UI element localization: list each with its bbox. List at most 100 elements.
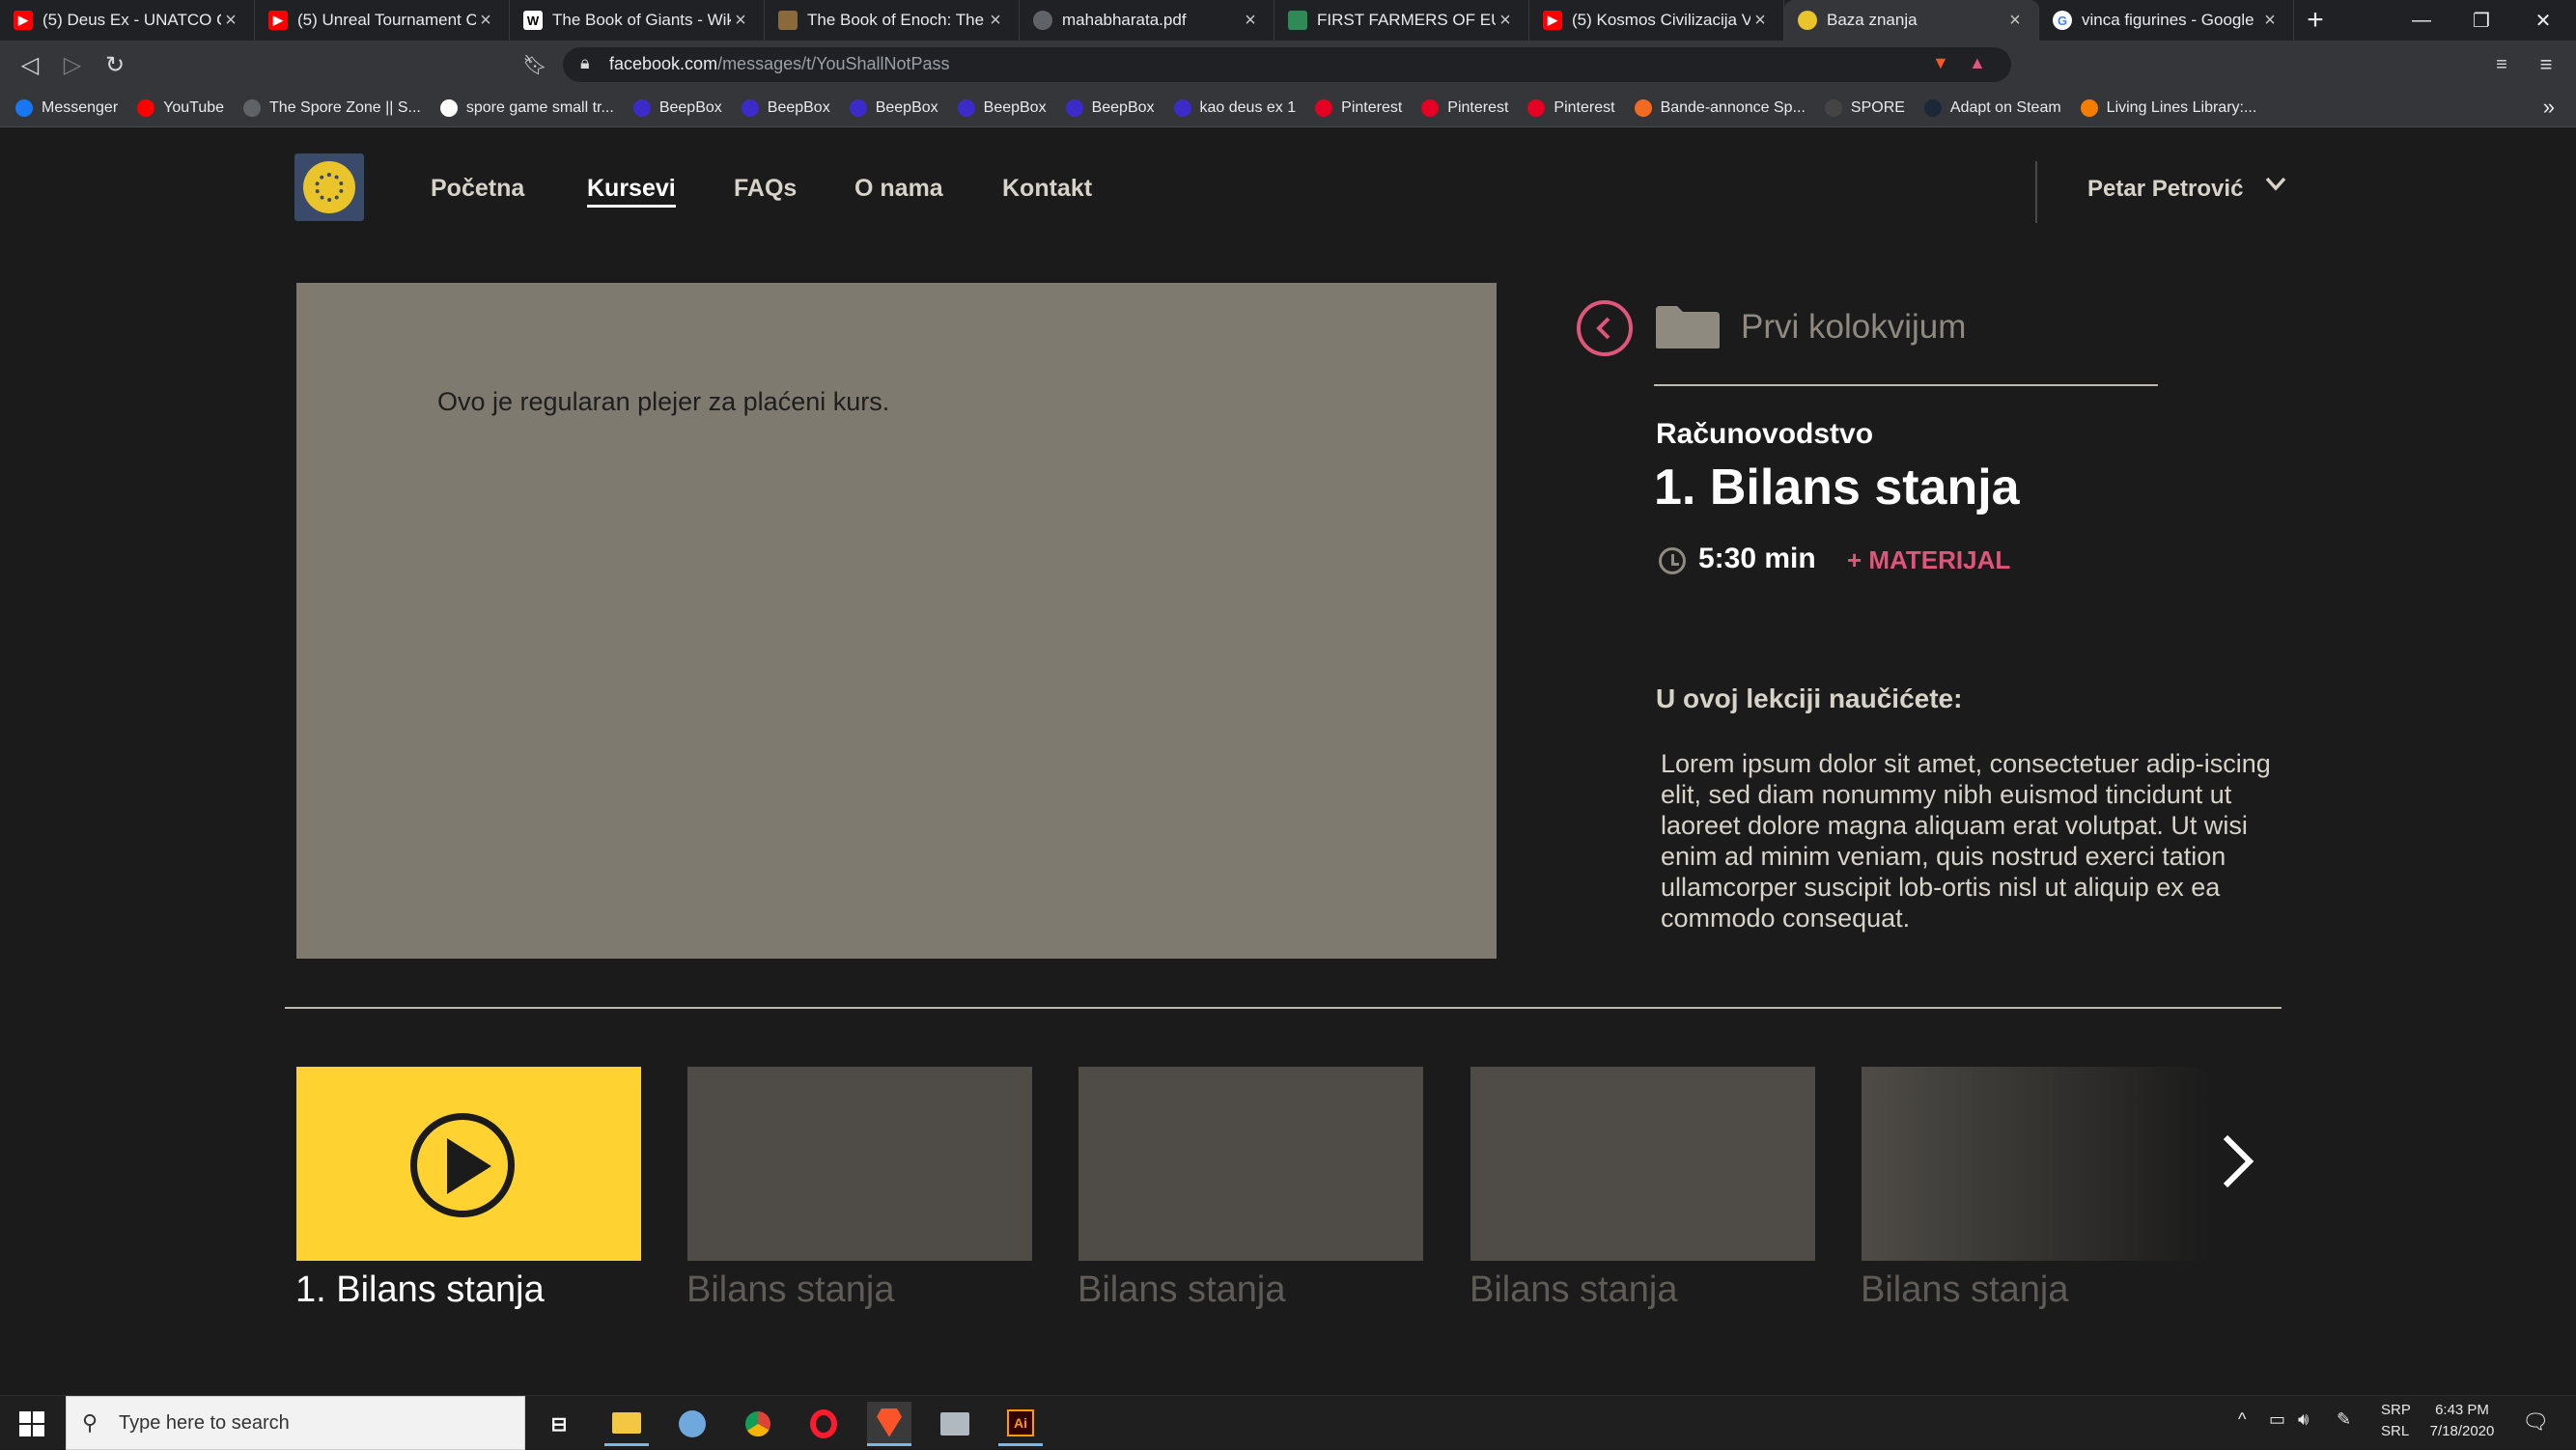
notifications-icon[interactable]: 🗨︎: [2522, 1409, 2549, 1435]
browser-tab[interactable]: ▶ (5) Kosmos Civilizacija Vi ×: [1529, 0, 1784, 41]
nav-o-nama[interactable]: O nama: [854, 175, 943, 203]
close-window-icon[interactable]: ✕: [2514, 0, 2572, 41]
brave-shields-icon[interactable]: ▼: [1932, 53, 1949, 73]
bookmark-item[interactable]: Living Lines Library:...: [2080, 98, 2256, 117]
browser-tab[interactable]: ▶ (5) Unreal Tournament Cl ×: [255, 0, 510, 41]
playlist-label[interactable]: Bilans stanja: [1078, 1269, 1285, 1311]
media-controls-icon[interactable]: ≡: [2485, 48, 2518, 81]
playlist-label[interactable]: Bilans stanja: [1861, 1269, 2068, 1311]
bookmark-label: kao deus ex 1: [1199, 98, 1297, 116]
bookmark-label: Bande-annonce Sp...: [1660, 98, 1806, 116]
video-player[interactable]: Ovo je regularan plejer za plaćeni kurs.: [296, 283, 1497, 959]
chevron-right-icon[interactable]: [2214, 1128, 2262, 1195]
playlist-label-active[interactable]: 1. Bilans stanja: [295, 1269, 545, 1311]
materials-link[interactable]: + MATERIJAL: [1847, 545, 2010, 575]
nav-kursevi[interactable]: Kursevi: [587, 175, 676, 208]
tray-chevron-up-icon[interactable]: ^: [2238, 1409, 2246, 1430]
bookmark-item[interactable]: YouTube: [137, 98, 224, 117]
back-button[interactable]: [1577, 300, 1633, 356]
close-tab-icon[interactable]: ×: [1496, 10, 1515, 32]
user-menu[interactable]: Petar Petrović: [2087, 176, 2243, 203]
close-tab-icon[interactable]: ×: [2260, 10, 2280, 32]
media-app-icon[interactable]: [933, 1402, 977, 1446]
playlist-label[interactable]: Bilans stanja: [1470, 1269, 1677, 1311]
chrome-icon[interactable]: [736, 1402, 780, 1446]
bookmark-item[interactable]: SPORE: [1824, 98, 1905, 117]
chevron-down-icon[interactable]: [2264, 171, 2287, 203]
network-icon[interactable]: ▭: [2269, 1409, 2285, 1430]
bookmark-item[interactable]: Bande-annonce Sp...: [1634, 98, 1806, 117]
browser-tab[interactable]: mahabharata.pdf ×: [1020, 0, 1274, 41]
bookmark-icon[interactable]: 🔖︎: [518, 48, 551, 81]
bookmark-item[interactable]: Pinterest: [1421, 98, 1508, 117]
close-tab-icon[interactable]: ×: [986, 10, 1005, 32]
brave-rewards-icon[interactable]: ▲: [1969, 53, 1986, 73]
playlist-thumb[interactable]: [1470, 1067, 1815, 1261]
restore-icon[interactable]: ❐: [2452, 0, 2510, 41]
volume-icon[interactable]: 🔊︎: [2298, 1409, 2309, 1430]
bookmark-item[interactable]: Pinterest: [1315, 98, 1403, 117]
tab-title: (5) Kosmos Civilizacija Vi: [1572, 11, 1750, 29]
language-code[interactable]: SRP: [2381, 1402, 2411, 1418]
close-tab-icon[interactable]: ×: [2005, 10, 2025, 32]
playlist-thumb[interactable]: [687, 1067, 1032, 1261]
keyboard-layout[interactable]: SRL: [2381, 1423, 2409, 1439]
bookmark-label: Pinterest: [1554, 98, 1615, 116]
bookmark-item[interactable]: kao deus ex 1: [1173, 98, 1297, 117]
close-tab-icon[interactable]: ×: [731, 10, 750, 32]
playlist-thumb-active[interactable]: [296, 1067, 641, 1261]
close-tab-icon[interactable]: ×: [1241, 10, 1260, 32]
windows-start-icon[interactable]: [19, 1411, 44, 1436]
bookmark-item[interactable]: The Spore Zone || S...: [243, 98, 421, 117]
page-icon: [1288, 11, 1307, 30]
clock-time[interactable]: 6:43 PM: [2431, 1402, 2493, 1418]
minimize-icon[interactable]: —: [2393, 0, 2450, 41]
task-view-icon[interactable]: ⊟: [537, 1402, 581, 1446]
brave-icon[interactable]: [867, 1402, 911, 1446]
bookmark-item[interactable]: BeepBox: [632, 98, 722, 117]
bookmark-item[interactable]: Messenger: [15, 98, 118, 117]
menu-icon[interactable]: ≡: [2530, 48, 2562, 81]
bookmark-item[interactable]: BeepBox: [1065, 98, 1155, 117]
close-tab-icon[interactable]: ×: [1750, 10, 1770, 32]
bookmark-label: Pinterest: [1341, 98, 1403, 116]
browser-tab[interactable]: Gvinca figurines - Google ×: [2039, 0, 2294, 41]
site-logo[interactable]: [294, 153, 364, 221]
forward-icon[interactable]: ▷: [56, 48, 89, 81]
bookmark-item[interactable]: spore game small tr...: [439, 98, 614, 117]
reload-icon[interactable]: ↻: [98, 48, 131, 81]
file-explorer-icon[interactable]: [604, 1402, 649, 1446]
playlist-thumb[interactable]: [1078, 1067, 1423, 1261]
nav-kontakt[interactable]: Kontakt: [1002, 175, 1092, 203]
pinterest-icon: [1315, 98, 1333, 117]
browser-tab[interactable]: FIRST FARMERS OF EURO×: [1274, 0, 1529, 41]
taskbar-search-input[interactable]: ⚲ Type here to search: [66, 1396, 525, 1450]
browser-tab[interactable]: W The Book of Giants - Wik ×: [510, 0, 765, 41]
paint-icon[interactable]: [670, 1402, 714, 1446]
browser-tab[interactable]: ▶ (5) Deus Ex - UNATCO Co ×: [0, 0, 255, 41]
bookmark-item[interactable]: Adapt on Steam: [1923, 98, 2061, 117]
bookmark-item[interactable]: BeepBox: [957, 98, 1047, 117]
browser-tab[interactable]: The Book of Enoch: The F ×: [765, 0, 1020, 41]
nav-faqs[interactable]: FAQs: [734, 175, 797, 203]
bookmark-label: BeepBox: [1091, 98, 1155, 116]
bookmark-item[interactable]: Pinterest: [1527, 98, 1615, 117]
close-tab-icon[interactable]: ×: [221, 10, 240, 32]
playlist-thumb[interactable]: [1862, 1067, 2209, 1261]
new-tab-button[interactable]: +: [2294, 0, 2337, 41]
bookmarks-overflow-icon[interactable]: »: [2543, 95, 2555, 120]
playlist-label[interactable]: Bilans stanja: [686, 1269, 894, 1311]
clock-date[interactable]: 7/18/2020: [2425, 1423, 2499, 1439]
beepbox-icon: [741, 98, 759, 117]
browser-tab-active[interactable]: Baza znanja ×: [1784, 0, 2039, 41]
pen-icon[interactable]: ✎: [2337, 1409, 2351, 1430]
illustrator-icon[interactable]: Ai: [998, 1402, 1043, 1446]
close-tab-icon[interactable]: ×: [476, 10, 495, 32]
nav-pocetna[interactable]: Početna: [431, 175, 524, 203]
url-text: facebook.com/messages/t/YouShallNotPass: [609, 54, 950, 74]
back-icon[interactable]: ◁: [14, 48, 46, 81]
bookmark-item[interactable]: BeepBox: [849, 98, 938, 117]
opera-icon[interactable]: [801, 1402, 846, 1446]
bookmark-item[interactable]: BeepBox: [741, 98, 830, 117]
address-bar[interactable]: 🔒︎ facebook.com/messages/t/YouShallNotPa…: [563, 47, 2011, 82]
